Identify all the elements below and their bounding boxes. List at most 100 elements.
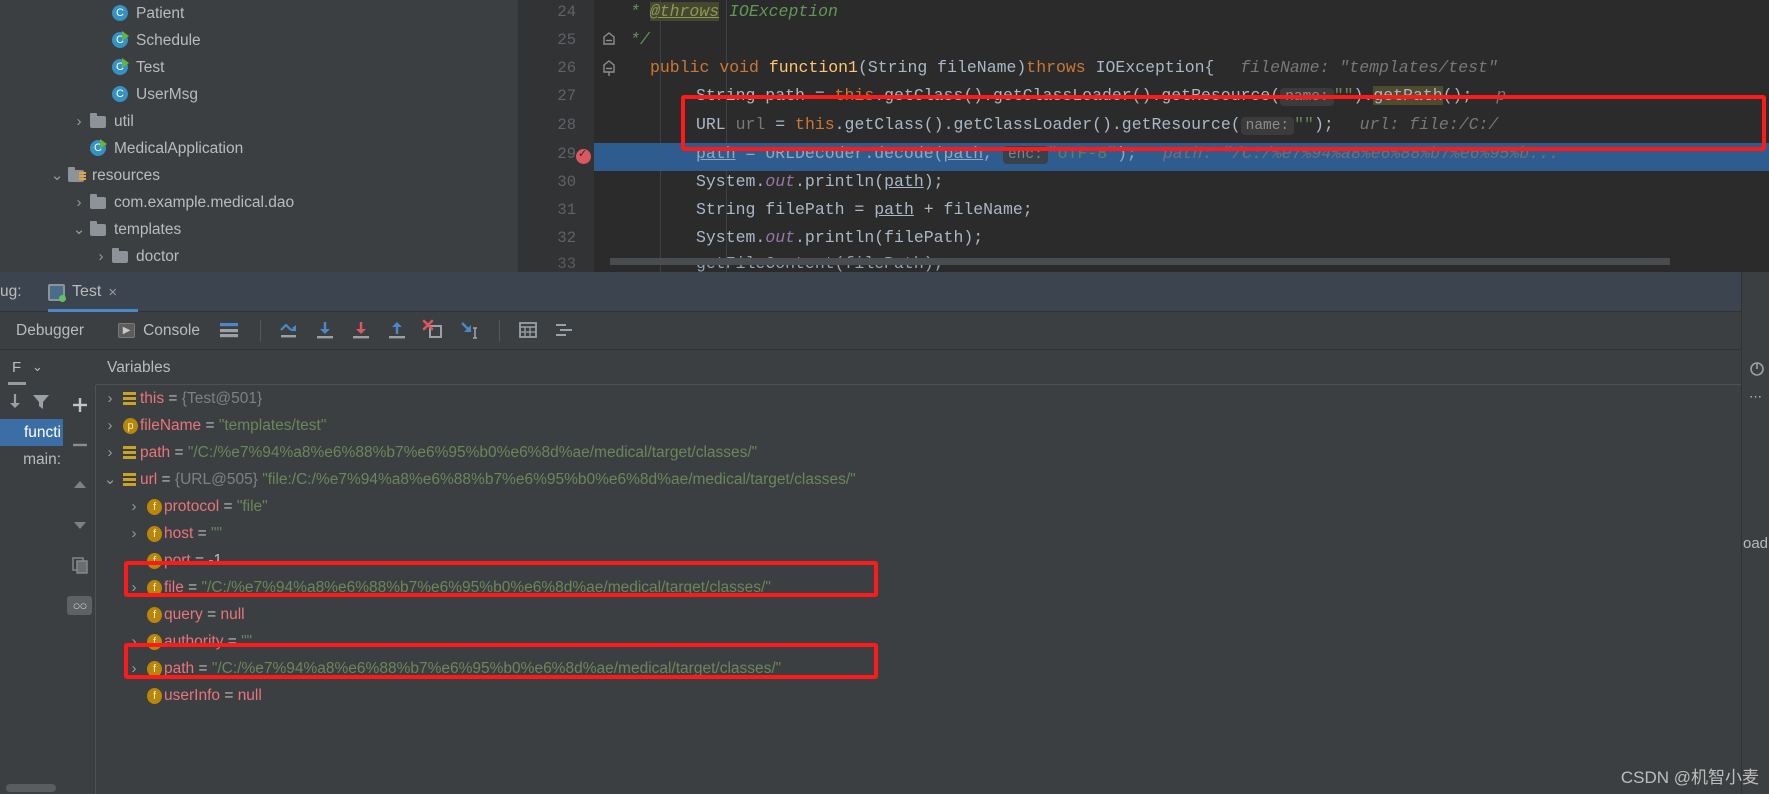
variable-row[interactable]: › path = "/C:/%e7%94%a8%e6%88%b7%e6%95%b0…	[96, 655, 1754, 682]
move-up-icon[interactable]	[63, 465, 96, 505]
frames-list[interactable]: functi main:	[0, 419, 63, 794]
add-icon[interactable]	[63, 385, 96, 425]
chevron-right-icon	[92, 35, 110, 47]
variables-list[interactable]: › this = {Test@501} › fileName = "template…	[96, 385, 1754, 794]
tab-debugger[interactable]: Debugger	[16, 322, 84, 340]
chevron-right-icon[interactable]: ›	[124, 628, 144, 655]
fold-marker-icon[interactable]	[602, 54, 620, 82]
step-over-icon[interactable]	[277, 318, 303, 344]
force-step-into-icon[interactable]	[349, 318, 375, 344]
inline-hint-label: name:	[1240, 117, 1295, 135]
chevron-right-icon[interactable]: ›	[100, 412, 120, 439]
tree-item-label: Patient	[136, 4, 185, 22]
watches-icon[interactable]: ○○	[63, 585, 96, 625]
line-number: 29	[557, 145, 576, 163]
right-rail-icon[interactable]	[1742, 360, 1769, 381]
frames-thread-label[interactable]: F	[12, 359, 21, 376]
chevron-right-icon[interactable]: ›	[124, 655, 144, 682]
chevron-right-icon[interactable]: ›	[70, 195, 88, 210]
chevron-right-icon[interactable]: ›	[70, 114, 88, 129]
tree-item[interactable]: › doctor	[0, 243, 518, 270]
step-into-icon[interactable]	[313, 318, 339, 344]
chevron-right-icon[interactable]: ›	[124, 574, 144, 601]
close-icon[interactable]: ×	[108, 284, 117, 301]
variable-row[interactable]: › authority = ""	[96, 628, 1754, 655]
variable-row[interactable]: › path = "/C:/%e7%94%a8%e6%88%b7%e6%95%b0…	[96, 439, 1754, 466]
variable-value: "/C:/%e7%94%a8%e6%88%b7%e6%95%b0%e6%8d%a…	[187, 444, 758, 461]
code-editor[interactable]: 24 * @throws IOException 25 */	[518, 0, 1769, 272]
variable-value: "templates/test"	[218, 417, 327, 434]
tree-item[interactable]: ⌄ templates	[0, 216, 518, 243]
chevron-right-icon[interactable]: ›	[124, 493, 144, 520]
layout-icon[interactable]	[218, 318, 244, 344]
project-tree[interactable]: Patient Schedule Test UserMsg › util Medic…	[0, 0, 518, 272]
chevron-right-icon[interactable]: ›	[100, 439, 120, 466]
variable-name: this	[140, 390, 165, 407]
code-token: System.	[696, 172, 766, 191]
debug-toolbar: Debugger ▶ Console	[0, 312, 1769, 350]
chevron-right-icon[interactable]: ›	[92, 249, 110, 264]
chevron-down-icon[interactable]: ⌄	[32, 359, 43, 375]
code-token: (String fileName)	[857, 58, 1027, 77]
sort-descending-icon[interactable]	[4, 391, 26, 418]
javadoc-tag: @throws	[649, 2, 720, 21]
variable-row[interactable]: userInfo = null	[96, 682, 1754, 709]
frame-item[interactable]: main:	[0, 446, 63, 473]
tree-item[interactable]: Test	[0, 54, 518, 81]
chevron-right-icon[interactable]: ›	[100, 385, 120, 412]
tree-item[interactable]: Patient	[0, 0, 518, 27]
class-runnable-icon	[110, 57, 130, 77]
evaluate-expression-icon[interactable]	[516, 318, 542, 344]
chevron-right-icon[interactable]: ›	[124, 520, 144, 547]
copy-icon[interactable]	[63, 545, 96, 585]
chevron-down-icon[interactable]: ⌄	[100, 466, 120, 493]
toolbar-separator	[259, 319, 261, 342]
code-token: .getClass().getClassLoader().getResource…	[834, 115, 1241, 134]
tree-item[interactable]: MedicalApplication	[0, 135, 518, 162]
code-token: getPath	[1373, 86, 1443, 105]
ide-window: Patient Schedule Test UserMsg › util Medic…	[0, 0, 1769, 794]
variable-row[interactable]: query = null	[96, 601, 1754, 628]
tree-item[interactable]: UserMsg	[0, 81, 518, 108]
tree-item[interactable]: ⌄ resources	[0, 162, 518, 189]
right-rail-label: oad	[1742, 535, 1769, 552]
variable-row[interactable]: › this = {Test@501}	[96, 385, 1754, 412]
frame-label: functi	[23, 424, 61, 441]
step-out-icon[interactable]	[385, 318, 411, 344]
filter-icon[interactable]	[30, 391, 52, 418]
variable-name: protocol	[164, 498, 220, 515]
drop-frame-icon[interactable]	[421, 318, 447, 344]
variable-row[interactable]: › fileName = "templates/test"	[96, 412, 1754, 439]
resources-folder-icon	[66, 166, 86, 185]
variable-row[interactable]: › protocol = "file"	[96, 493, 1754, 520]
tree-item[interactable]: Schedule	[0, 27, 518, 54]
remove-icon[interactable]	[63, 425, 96, 465]
chevron-right-icon	[70, 143, 88, 155]
code-token: ();	[1442, 86, 1473, 105]
fold-marker-icon[interactable]	[602, 26, 620, 54]
variable-row[interactable]: › host = ""	[96, 520, 1754, 547]
right-rail-more-icon[interactable]: ⋯	[1742, 389, 1769, 405]
variables-toolbar: ○○	[63, 385, 96, 794]
code-token: = URLDecoder.decode(	[735, 144, 944, 163]
tree-item[interactable]: › util	[0, 108, 518, 135]
tree-item[interactable]: › com.example.medical.dao	[0, 189, 518, 216]
chevron-down-icon[interactable]: ⌄	[48, 168, 66, 183]
inline-hint-value: "templates/test"	[1339, 58, 1498, 77]
frame-item[interactable]: functi	[0, 419, 63, 446]
variable-row[interactable]: ⌄ url = {URL@505} "file:/C:/%e7%94%a8%e6%…	[96, 466, 1754, 493]
move-down-icon[interactable]	[63, 505, 96, 545]
variable-equals: =	[157, 471, 175, 488]
right-tool-rail[interactable]: ⋯ oad	[1741, 272, 1769, 794]
chevron-down-icon[interactable]: ⌄	[70, 222, 88, 237]
run-configuration-tab[interactable]: Test ×	[38, 272, 138, 312]
variable-equals: =	[193, 525, 211, 542]
settings-list-icon[interactable]	[552, 318, 578, 344]
frame-label: main:	[23, 451, 61, 468]
variable-row[interactable]: port = -1	[96, 547, 1754, 574]
tab-console[interactable]: Console	[143, 322, 200, 340]
frames-horizontal-scrollbar[interactable]	[6, 784, 56, 792]
run-to-cursor-icon[interactable]	[457, 318, 483, 344]
variable-row[interactable]: › file = "/C:/%e7%94%a8%e6%88%b7%e6%95%b0…	[96, 574, 1754, 601]
debug-tab-bar: ug: Test ×	[0, 272, 1769, 312]
